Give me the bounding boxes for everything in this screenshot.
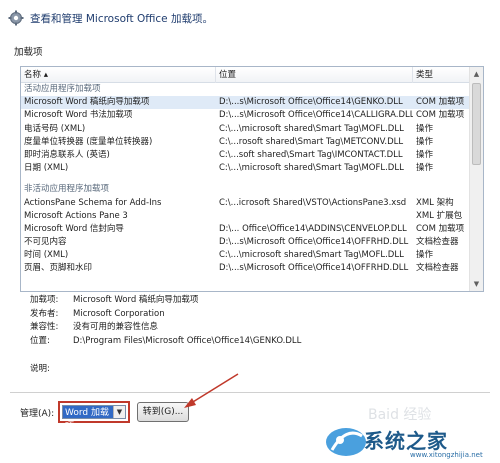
list-item[interactable]: Microsoft Actions Pane 3 XML 扩展包 [21,210,483,223]
cell-location: C:\...rosoft shared\Smart Tag\METCONV.DL… [219,136,404,147]
manage-select-value[interactable]: Word 加载项 [63,406,113,432]
cell-name: 即时消息联系人 (英语) [24,149,110,160]
cell-type: XML 扩展包 [416,210,463,221]
list-item[interactable]: 度量单位转换器 (度量单位转换器) C:\...rosoft shared\Sma… [21,136,483,149]
list-rows: 活动应用程序加载项 Microsoft Word 稿纸向导加载项 D:\...s\M… [21,83,483,276]
addins-list[interactable]: 名称 ▴ 位置 类型 活动应用程序加载项 Microsoft Word 稿纸向导加… [20,66,484,292]
cell-type: COM 加载项 [416,223,465,234]
cell-type: COM 加载项 [416,110,465,121]
cell-name: 度量单位转换器 (度量单位转换器) [24,136,153,147]
manage-label: 管理(A): [20,409,55,419]
cell-type: 操作 [416,123,434,134]
cell-location: D:\...s\Microsoft Office\Office14\CALLIG… [219,110,413,121]
divider [10,392,490,393]
detail-row: 兼容性: 没有可用的兼容性信息 [30,322,159,332]
list-item[interactable]: 不可见内容 D:\...s\Microsoft Office\Office14\O… [21,236,483,249]
cell-name: 日期 (XML) [24,163,69,174]
description-label: 说明: [30,364,50,374]
cell-location: C:\...icrosoft Shared\VSTO\ActionsPane3.… [219,197,407,208]
chevron-down-icon[interactable]: ▼ [113,406,125,418]
annotation-arrow-icon [184,373,239,408]
cell-location: C:\...\microsoft shared\Smart Tag\MOFL.D… [219,250,404,261]
cell-name: Microsoft Word 信封向导 [24,223,124,234]
manage-select[interactable]: Word 加载项 ▼ [62,405,126,432]
cell-type: 操作 [416,136,434,147]
list-item[interactable]: 时间 (XML) C:\...\microsoft shared\Smart Ta… [21,249,483,262]
highlight-box: Word 加载项 ▼ [58,401,130,432]
list-header: 名称 ▴ 位置 类型 [21,67,483,83]
detail-row: 位置: D:\Program Files\Microsoft Office\Of… [30,335,302,346]
group-header: 非活动应用程序加载项 [24,184,110,195]
cell-location: C:\...\microsoft shared\Smart Tag\MOFL.D… [219,163,404,174]
cell-location [216,210,413,223]
cell-name: Microsoft Word 稿纸向导加载项 [24,97,150,108]
cell-type: 文档检查器 [416,237,459,248]
column-type[interactable]: 类型 [413,67,471,83]
cell-name: 电话号码 (XML) [24,123,86,134]
list-item[interactable]: Microsoft Word 信封向导 D:\... Office\Office1… [21,223,483,236]
gear-icon [8,10,24,26]
vertical-scrollbar[interactable]: ▲ ▼ [469,67,483,291]
list-item[interactable]: Microsoft Word 稿纸向导加载项 D:\...s\Microsoft … [21,96,483,110]
column-name[interactable]: 名称 ▴ [21,67,216,83]
cell-type: COM 加载项 [416,97,465,108]
list-item[interactable]: 电话号码 (XML) C:\...\microsoft shared\Smart … [21,123,483,136]
cell-name: Microsoft Actions Pane 3 [24,210,128,221]
scroll-thumb[interactable] [472,83,481,165]
cell-location: D:\... Office\Office14\ADDINS\CENVELOP.D… [219,223,407,234]
list-item[interactable]: 即时消息联系人 (英语) C:\...soft shared\Smart Tag\… [21,149,483,162]
detail-row: 发布者: Microsoft Corporation [30,308,165,319]
cell-location: C:\...\microsoft shared\Smart Tag\MOFL.D… [219,123,404,134]
watermark-url: www.xitongzhijia.net [410,451,483,459]
cell-location: D:\...s\Microsoft Office\Office14\OFFRHD… [219,263,409,274]
cell-name: ActionsPane Schema for Add-Ins [24,197,162,208]
scroll-up-icon[interactable]: ▲ [470,67,483,81]
cell-location: D:\...s\Microsoft Office\Office14\GENKO.… [219,97,403,108]
list-item[interactable]: 日期 (XML) C:\...\microsoft shared\Smart Ta… [21,162,483,175]
group-header: 活动应用程序加载项 [24,84,101,94]
list-item[interactable]: 页眉、页脚和水印 D:\...s\Microsoft Office\Office1… [21,262,483,275]
cell-type: XML 架构 [416,197,454,208]
cell-location: C:\...soft shared\Smart Tag\IMCONTACT.DL… [219,149,403,160]
watermark-text: 系统之家 [364,429,448,453]
cell-name: Microsoft Word 书法加载项 [24,110,133,121]
cell-type: 操作 [416,149,434,160]
dialog-header: 查看和管理 Microsoft Office 加载项。 [0,0,500,36]
dialog-title: 查看和管理 Microsoft Office 加载项。 [30,12,213,25]
cell-name: 时间 (XML) [24,250,69,261]
addin-details: 加载项: Microsoft Word 稿纸向导加载项 发布者: Microso… [30,294,470,348]
detail-row: 加载项: Microsoft Word 稿纸向导加载项 [30,295,199,305]
column-location[interactable]: 位置 [216,67,413,83]
cell-type: 文档检查器 [416,263,459,274]
list-item[interactable]: Microsoft Word 书法加载项 D:\...s\Microsoft Of… [21,109,483,122]
list-item[interactable]: ActionsPane Schema for Add-Ins C:\...icro… [21,197,483,210]
cell-name: 不可见内容 [24,237,67,248]
row-gap [21,175,483,183]
cell-type: 操作 [416,163,434,174]
scroll-down-icon[interactable]: ▼ [470,277,483,291]
cell-name: 页眉、页脚和水印 [24,263,93,274]
section-label: 加载项 [14,47,43,58]
cell-type: 操作 [416,250,434,261]
cell-location: D:\...s\Microsoft Office\Office14\OFFRHD… [219,237,409,248]
